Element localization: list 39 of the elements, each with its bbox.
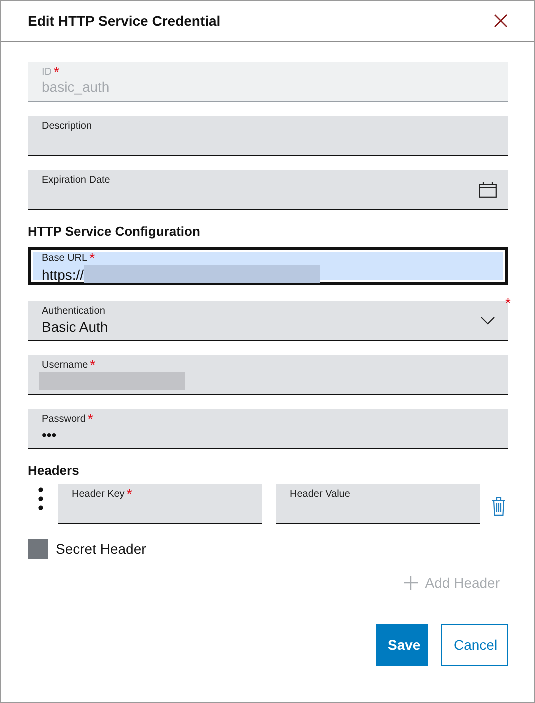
input-field[interactable]: Header Value	[276, 484, 480, 524]
input-field[interactable]: Username*	[28, 355, 508, 395]
field-value: •••	[42, 427, 57, 443]
field-value: basic_auth	[42, 79, 111, 95]
field-value: https://	[42, 266, 84, 283]
field-label: Description	[42, 121, 92, 133]
checkbox-label: Secret Header	[56, 541, 146, 557]
input-field[interactable]: Description	[28, 116, 508, 156]
field-label: Authentication	[42, 306, 106, 318]
field-label: Header Value	[290, 489, 350, 501]
calendar-icon[interactable]	[479, 182, 497, 198]
required-asterisk: *	[506, 297, 511, 309]
close-icon[interactable]	[494, 14, 508, 28]
field-label: Header Key	[72, 489, 125, 501]
field-label: Expiration Date	[42, 175, 110, 187]
cancel-button[interactable]: Cancel	[441, 624, 508, 666]
trash-icon[interactable]	[492, 496, 506, 516]
field-label: Base URL	[42, 253, 88, 265]
field-value: Basic Auth	[42, 319, 108, 335]
plus-icon	[404, 576, 418, 590]
required-asterisk: *	[88, 413, 94, 425]
section-title: HTTP Service Configuration	[28, 224, 202, 239]
save-button[interactable]: Save	[376, 624, 428, 666]
field-label: ID	[42, 67, 52, 79]
required-asterisk: *	[126, 488, 132, 500]
input-field[interactable]: Password* •••	[28, 409, 508, 449]
input-field[interactable]: Base URL* https://	[28, 247, 508, 285]
date-field[interactable]: Expiration Date	[28, 170, 508, 210]
input-field[interactable]: Header Key*	[58, 484, 262, 524]
required-asterisk: *	[90, 359, 96, 371]
checkbox[interactable]	[28, 539, 48, 559]
required-asterisk: *	[54, 66, 60, 78]
dialog-title: Edit HTTP Service Credential	[28, 13, 221, 29]
field-label: Username	[42, 360, 88, 372]
drag-handle-icon[interactable]	[38, 487, 44, 511]
chevron-down-icon[interactable]	[481, 317, 495, 325]
field-label: Password	[42, 414, 86, 426]
required-asterisk: *	[90, 252, 96, 264]
section-title: Headers	[28, 463, 80, 478]
